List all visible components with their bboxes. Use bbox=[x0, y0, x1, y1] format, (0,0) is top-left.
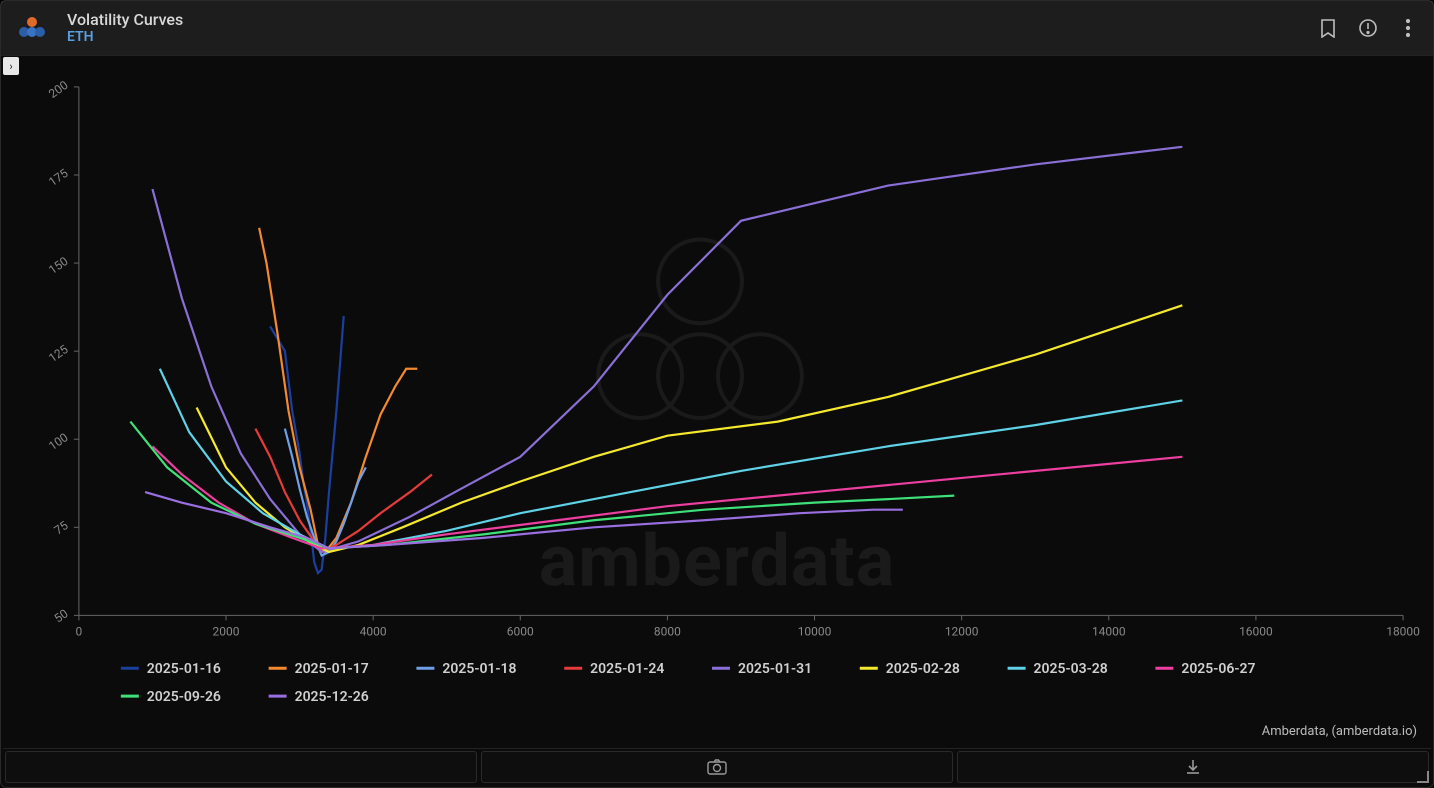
svg-text:100: 100 bbox=[46, 430, 71, 453]
svg-text:2025-12-26: 2025-12-26 bbox=[295, 689, 369, 705]
svg-text:4000: 4000 bbox=[360, 624, 387, 638]
svg-text:6000: 6000 bbox=[507, 624, 534, 638]
footer-toolbar bbox=[3, 748, 1431, 785]
svg-text:50: 50 bbox=[52, 606, 71, 625]
legend-item[interactable]: 2025-01-17 bbox=[269, 661, 369, 677]
download-button[interactable] bbox=[957, 751, 1429, 783]
svg-text:14000: 14000 bbox=[1092, 624, 1126, 638]
svg-text:2025-01-31: 2025-01-31 bbox=[738, 661, 812, 677]
svg-text:2000: 2000 bbox=[213, 624, 240, 638]
legend-item[interactable]: 2025-03-28 bbox=[1008, 661, 1108, 677]
svg-text:amberdata: amberdata bbox=[539, 519, 895, 604]
panel-subtitle[interactable]: ETH bbox=[67, 29, 183, 45]
resize-handle-icon[interactable] bbox=[1417, 771, 1429, 783]
legend-item[interactable]: 2025-01-24 bbox=[564, 661, 664, 677]
attribution-text: Amberdata, (amberdata.io) bbox=[1262, 724, 1417, 739]
legend-item[interactable]: 2025-01-31 bbox=[712, 661, 812, 677]
svg-text:2025-06-27: 2025-06-27 bbox=[1181, 661, 1255, 677]
svg-text:0: 0 bbox=[76, 624, 83, 638]
svg-text:200: 200 bbox=[46, 78, 71, 101]
svg-text:175: 175 bbox=[46, 166, 71, 189]
legend-item[interactable]: 2025-01-18 bbox=[416, 661, 516, 677]
svg-text:10000: 10000 bbox=[798, 624, 832, 638]
svg-text:2025-02-28: 2025-02-28 bbox=[886, 661, 960, 677]
kebab-menu-icon[interactable] bbox=[1397, 17, 1419, 39]
alert-icon[interactable] bbox=[1357, 17, 1379, 39]
watermark-icon: amberdata bbox=[539, 239, 895, 603]
download-icon bbox=[1184, 758, 1202, 776]
bookmark-icon[interactable] bbox=[1317, 17, 1339, 39]
svg-text:2025-01-24: 2025-01-24 bbox=[590, 661, 664, 677]
svg-text:2025-01-18: 2025-01-18 bbox=[442, 661, 516, 677]
amberdata-logo-icon bbox=[15, 14, 49, 42]
legend-item[interactable]: 2025-01-16 bbox=[121, 661, 221, 677]
svg-text:75: 75 bbox=[52, 518, 71, 537]
svg-text:125: 125 bbox=[46, 342, 71, 365]
svg-text:2025-01-16: 2025-01-16 bbox=[147, 661, 221, 677]
legend-item[interactable]: 2025-09-26 bbox=[121, 689, 221, 705]
svg-text:150: 150 bbox=[46, 254, 71, 277]
footer-slot-1[interactable] bbox=[5, 751, 477, 783]
svg-text:12000: 12000 bbox=[945, 624, 979, 638]
svg-text:8000: 8000 bbox=[654, 624, 681, 638]
svg-text:18000: 18000 bbox=[1386, 624, 1420, 638]
svg-text:2025-03-28: 2025-03-28 bbox=[1034, 661, 1108, 677]
y-axis: 50 75 100 125 150 175 200 bbox=[46, 78, 79, 626]
svg-text:2025-09-26: 2025-09-26 bbox=[147, 689, 221, 705]
chart-area: amberdata 50 75 100 125 150 175 200 0 2000 4000 6… bbox=[1, 57, 1433, 747]
series-group bbox=[130, 147, 1182, 573]
expand-chevron-icon[interactable]: › bbox=[3, 57, 19, 75]
camera-icon bbox=[707, 759, 727, 775]
legend-item[interactable]: 2025-06-27 bbox=[1155, 661, 1255, 677]
series-2025-02-28[interactable] bbox=[197, 305, 1183, 552]
svg-text:16000: 16000 bbox=[1239, 624, 1273, 638]
screenshot-button[interactable] bbox=[481, 751, 953, 783]
legend[interactable]: 2025-01-16 2025-01-17 2025-01-18 2025-01-24… bbox=[121, 661, 1256, 705]
legend-item[interactable]: 2025-02-28 bbox=[860, 661, 960, 677]
legend-item[interactable]: 2025-12-26 bbox=[269, 689, 369, 705]
svg-text:2025-01-17: 2025-01-17 bbox=[295, 661, 369, 677]
x-axis: 0 2000 4000 6000 8000 10000 12000 14000 16000 180… bbox=[76, 615, 1421, 638]
panel-header: Volatility Curves ETH bbox=[1, 1, 1433, 56]
panel-title: Volatility Curves bbox=[67, 11, 183, 29]
